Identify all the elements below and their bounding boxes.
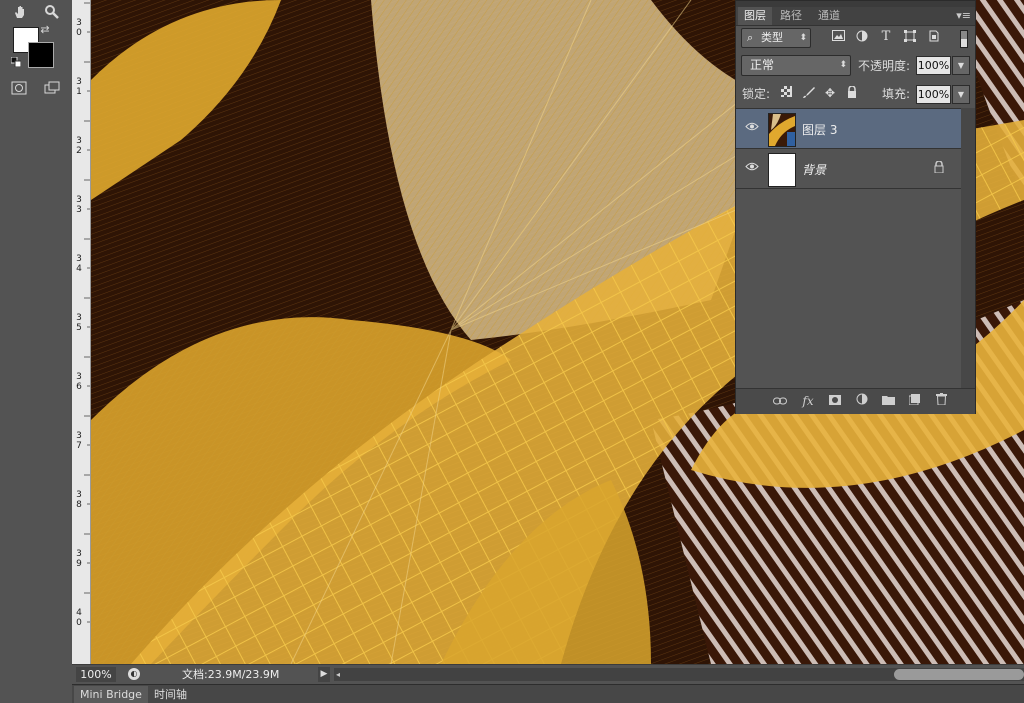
tab-mini-bridge[interactable]: Mini Bridge bbox=[74, 686, 148, 703]
panel-tabs: 图层 路径 通道 ▾≡ bbox=[736, 7, 975, 26]
lock-icon bbox=[934, 160, 944, 176]
opacity-input[interactable]: 100% bbox=[916, 56, 951, 75]
tab-timeline[interactable]: 时间轴 bbox=[148, 686, 193, 703]
blend-mode-select[interactable]: 正常 ⬍ bbox=[741, 55, 851, 76]
ruler-label: 33 bbox=[76, 195, 82, 215]
adjustment-layer-icon[interactable] bbox=[854, 393, 870, 409]
tab-channels[interactable]: 通道 bbox=[812, 7, 846, 25]
bottom-panel-bar: Mini Bridge 时间轴 bbox=[72, 684, 1024, 703]
vertical-ruler: 30 31 32 33 34 35 36 37 38 39 40 bbox=[72, 0, 91, 664]
tab-layers[interactable]: 图层 bbox=[738, 7, 772, 25]
lock-label: 锁定: bbox=[742, 87, 771, 101]
filter-shape-icon[interactable] bbox=[903, 30, 917, 44]
tab-paths[interactable]: 路径 bbox=[774, 7, 808, 25]
search-icon: ⌕ bbox=[747, 31, 754, 44]
link-layers-icon[interactable] bbox=[772, 393, 788, 409]
zoom-field[interactable]: 100% bbox=[76, 667, 116, 682]
folder-icon[interactable] bbox=[880, 393, 896, 409]
filter-value: 类型 bbox=[761, 31, 783, 44]
ruler-label: 31 bbox=[76, 77, 82, 97]
ruler-label: 32 bbox=[76, 136, 82, 156]
status-menu-arrow-icon[interactable]: ▶ bbox=[318, 667, 330, 682]
layer-thumbnail bbox=[768, 113, 796, 147]
background-color-swatch[interactable] bbox=[28, 42, 54, 68]
trash-icon[interactable] bbox=[933, 393, 949, 409]
ruler-label: 35 bbox=[76, 313, 82, 333]
status-info-icon[interactable]: ◐ bbox=[128, 668, 140, 680]
layers-panel: 图层 路径 通道 ▾≡ ⌕ 类型 ⬍ T 正常 ⬍ 不透明度: 100% ▼ 锁… bbox=[735, 0, 976, 414]
layer-row-3[interactable]: 图层 3 bbox=[736, 109, 961, 149]
ruler-label: 34 bbox=[76, 254, 82, 274]
layer-row-background[interactable]: 背景 bbox=[736, 149, 961, 189]
filter-type-icon[interactable]: T bbox=[879, 30, 893, 44]
eye-icon[interactable] bbox=[744, 121, 760, 135]
new-layer-icon[interactable] bbox=[906, 393, 922, 409]
screen-mode-icon[interactable] bbox=[41, 78, 63, 98]
zoom-icon[interactable] bbox=[41, 2, 63, 22]
blend-mode-value: 正常 bbox=[750, 58, 775, 72]
layer-mask-icon[interactable] bbox=[827, 393, 843, 409]
filter-toggle-icon[interactable] bbox=[960, 30, 968, 48]
layer-style-icon[interactable]: fx bbox=[800, 393, 816, 409]
default-colors-icon[interactable] bbox=[9, 55, 23, 69]
filter-pixel-icon[interactable] bbox=[831, 30, 845, 44]
swap-colors-icon[interactable]: ⇄ bbox=[38, 22, 52, 36]
filter-smart-object-icon[interactable] bbox=[927, 30, 941, 44]
layer-filter-select[interactable]: ⌕ 类型 ⬍ bbox=[741, 28, 811, 48]
ruler-label: 30 bbox=[76, 18, 82, 38]
ruler-label: 40 bbox=[76, 608, 82, 628]
lock-transparent-icon[interactable] bbox=[779, 86, 793, 100]
fill-label: 填充: bbox=[882, 87, 911, 101]
layer-thumbnail bbox=[768, 153, 796, 187]
document-size: 文档:23.9M/23.9M bbox=[182, 668, 280, 681]
layers-footer: fx bbox=[736, 388, 975, 414]
scroll-left-icon[interactable]: ◂ bbox=[336, 668, 340, 681]
layer-name[interactable]: 背景 bbox=[802, 161, 826, 178]
opacity-dropdown-button[interactable]: ▼ bbox=[952, 56, 970, 75]
panel-menu-icon[interactable]: ▾≡ bbox=[956, 7, 971, 25]
horizontal-scrollbar[interactable]: ◂ bbox=[334, 668, 1024, 681]
ruler-label: 37 bbox=[76, 431, 82, 451]
fill-input[interactable]: 100% bbox=[916, 85, 951, 104]
filter-adjustment-icon[interactable] bbox=[855, 30, 869, 44]
opacity-label: 不透明度: bbox=[858, 59, 911, 73]
layer-list: 图层 3 背景 bbox=[736, 108, 961, 389]
lock-all-icon[interactable] bbox=[845, 85, 859, 100]
scrollbar-thumb[interactable] bbox=[894, 669, 1024, 680]
ruler-label: 36 bbox=[76, 372, 82, 392]
quick-mask-icon[interactable] bbox=[8, 78, 30, 98]
layers-scrollbar[interactable] bbox=[961, 108, 975, 388]
lock-move-icon[interactable]: ✥ bbox=[823, 86, 837, 100]
eye-icon[interactable] bbox=[744, 161, 760, 175]
status-bar: 100% ◐ 文档:23.9M/23.9M ▶ ◂ bbox=[72, 664, 1024, 684]
ruler-label: 38 bbox=[76, 490, 82, 510]
chevron-updown-icon: ⬍ bbox=[839, 60, 847, 70]
tools-panel: ⇄ bbox=[0, 0, 73, 664]
layer-name[interactable]: 图层 3 bbox=[802, 121, 837, 138]
hand-icon[interactable] bbox=[9, 2, 31, 22]
fill-dropdown-button[interactable]: ▼ bbox=[952, 85, 970, 104]
lock-paint-icon[interactable] bbox=[801, 86, 815, 100]
ruler-label: 39 bbox=[76, 549, 82, 569]
chevron-updown-icon: ⬍ bbox=[799, 33, 807, 43]
